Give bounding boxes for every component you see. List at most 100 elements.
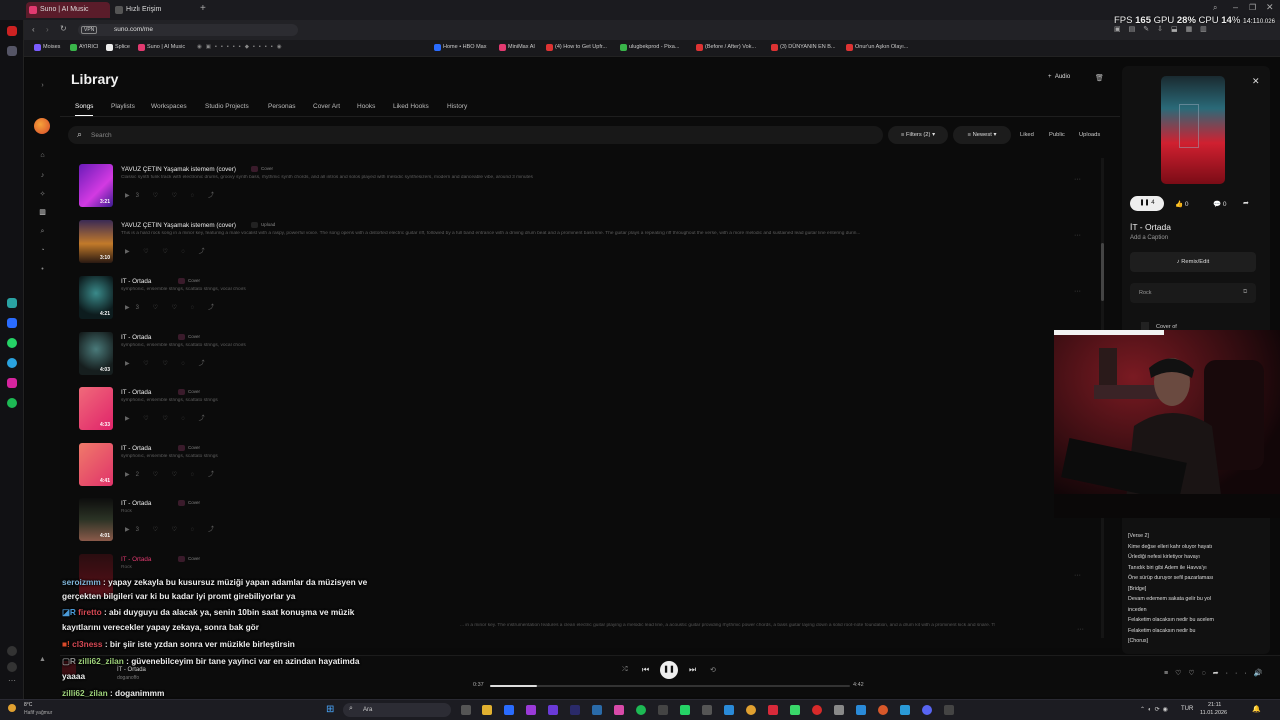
taskbar-search[interactable]: ⌕ Ara [343,703,451,717]
discord-icon[interactable] [922,705,932,715]
song-actions[interactable]: ▶ ♡ ♡ ◌ ⤴ [125,413,211,422]
song-cover-art[interactable] [1161,76,1225,184]
forward-icon[interactable]: › [46,25,49,34]
app-icon[interactable] [768,705,778,715]
tab-studio-projects[interactable]: Studio Projects [205,103,249,110]
star-icon[interactable] [7,46,17,56]
tab-liked-hooks[interactable]: Liked Hooks [393,103,429,110]
weather-icon[interactable] [8,704,16,712]
scrollbar-thumb[interactable] [1101,243,1104,301]
history-icon[interactable] [7,646,17,656]
song-title[interactable]: IT - Ortada [121,556,151,563]
tab-playlists[interactable]: Playlists [111,103,135,110]
song-title[interactable]: İT - Ortada [1130,222,1171,232]
app-icon[interactable] [878,705,888,715]
app-icon[interactable] [614,705,624,715]
photoshop-icon[interactable] [592,705,602,715]
tab-songs[interactable]: Songs [75,103,94,116]
spotify-icon[interactable] [636,705,646,715]
close-window-icon[interactable]: ✕ [1266,2,1274,13]
task-view-icon[interactable] [461,705,471,715]
bookmark-item[interactable]: Splice [106,44,130,51]
app-icon[interactable] [702,705,712,715]
tray-icons[interactable]: ⌃◐⟳◉ [1140,706,1171,713]
toolbar-extension-icons[interactable]: ▣▤✎⇩⬓▦▥ [1114,25,1264,35]
opera-icon[interactable] [812,705,822,715]
opera-logo-icon[interactable] [7,26,17,36]
like-button[interactable]: 👍 0 [1175,200,1189,208]
collapse-icon[interactable]: › [39,82,46,89]
song-title[interactable]: YAVUZ ÇETIN Yaşamak istemem (cover) [121,166,236,173]
song-title[interactable]: IT - Ortada [121,500,151,507]
song-cover[interactable]: 4:01 [79,498,113,541]
song-row[interactable]: 3:10 YAVUZ ÇETIN Yaşamak istemem (cover)… [79,220,1099,275]
new-tab-icon[interactable]: + [200,3,206,14]
public-toggle[interactable]: Public [1049,132,1065,138]
song-cover[interactable]: 4:21 [79,276,113,319]
progress-bar[interactable] [490,685,850,687]
more-options-icon[interactable]: ··· [1074,288,1081,295]
notifications-icon[interactable]: ◔ [39,247,46,254]
song-row[interactable]: 4:01 IT - Ortada Cover Rock ▶3 ♡ ♡ ◌ ⤴ ·… [79,498,1099,553]
song-row[interactable]: 4:03 IT - Ortada Cover symphonic, ensemb… [79,332,1099,387]
tab-personas[interactable]: Personas [268,103,295,110]
instagram-icon[interactable] [7,378,17,388]
pause-button[interactable]: ❚❚ 4 [1130,196,1164,211]
app-icon[interactable] [834,705,844,715]
notification-bell-icon[interactable]: • [39,266,46,273]
more-options-icon[interactable]: ··· [1074,176,1081,183]
url-field[interactable]: VPN suno.com/me [78,24,298,36]
filters-button[interactable]: ≡ Filters (2) ▾ [888,126,948,144]
more-icon[interactable]: ⋯ [8,676,16,685]
maximize-icon[interactable]: ❐ [1249,3,1256,12]
reload-icon[interactable]: ↻ [60,24,67,33]
song-cover[interactable]: 3:10 [79,220,113,263]
tab-workspaces[interactable]: Workspaces [151,103,187,110]
shuffle-icon[interactable]: ⤮ [622,666,628,674]
avatar[interactable] [34,118,50,134]
bookmark-item[interactable]: AYIRICI [70,44,98,51]
search-tabs-icon[interactable]: ⌕ [1213,3,1217,13]
song-cover[interactable]: 4:03 [79,332,113,375]
telegram-icon[interactable] [7,358,17,368]
song-title[interactable]: YAVUZ ÇETIN Yaşamak istemem (cover) [121,222,236,229]
minimize-icon[interactable]: – [1233,2,1238,12]
more-options-icon[interactable]: ··· [1074,232,1081,239]
song-cover[interactable]: 3:21 [79,164,113,207]
media-encoder-icon[interactable] [570,705,580,715]
remix-edit-button[interactable]: ♪ Remix/Edit [1130,252,1256,272]
search-icon[interactable]: ⌕ [39,228,46,235]
bookmark-icon-strip[interactable]: ◉▣▪▪▪▪▪◆▪▪▪▪◉ [197,44,432,50]
song-row[interactable]: 3:21 YAVUZ ÇETIN Yaşamak istemem (cover)… [79,164,1099,219]
more-options-icon[interactable]: ··· [1074,572,1081,579]
app-icon[interactable] [658,705,668,715]
song-actions[interactable]: ▶ ♡ ♡ ◌ ⤴ [125,246,211,255]
bookmark-item[interactable]: Onur'un Aşkın Olayı... [846,44,908,51]
clock-time[interactable]: 21:11 [1208,702,1221,708]
uploads-toggle[interactable]: Uploads [1079,132,1100,138]
liked-toggle[interactable]: Liked [1020,132,1034,138]
song-actions[interactable]: ▶ ♡ ♡ ◌ ⤴ [125,358,211,367]
next-icon[interactable]: ⏭ [689,665,696,675]
whatsapp-icon[interactable] [7,338,17,348]
clock-date[interactable]: 11.01.2026 [1200,710,1227,716]
song-title[interactable]: IT - Ortada [121,278,151,285]
song-cover[interactable]: 4:33 [79,387,113,430]
song-row[interactable]: 4:41 IT - Ortada Cover symphonic, ensemb… [79,443,1099,498]
chrome-icon[interactable] [746,705,756,715]
song-cover[interactable]: 4:41 [79,443,113,486]
app-icon[interactable] [790,705,800,715]
song-actions[interactable]: ▶3 ♡ ♡ ◌ ⤴ [125,302,220,311]
back-icon[interactable]: ‹ [32,25,35,34]
messenger-icon[interactable] [7,318,17,328]
more-options-icon[interactable]: ··· [1077,626,1102,633]
previous-icon[interactable]: ⏮ [642,665,649,675]
sort-button[interactable]: ≡ Newest ▾ [953,126,1011,144]
premiere-icon[interactable] [526,705,536,715]
app-icon[interactable] [856,705,866,715]
bookmark-item[interactable]: (4) How to Get Upfr... [546,44,607,51]
play-pause-button[interactable]: ❚❚ [660,661,678,679]
song-title[interactable]: IT - Ortada [121,445,151,452]
library-icon[interactable]: ▥ [39,209,46,216]
copy-icon[interactable]: ⧉ [1243,289,1247,296]
